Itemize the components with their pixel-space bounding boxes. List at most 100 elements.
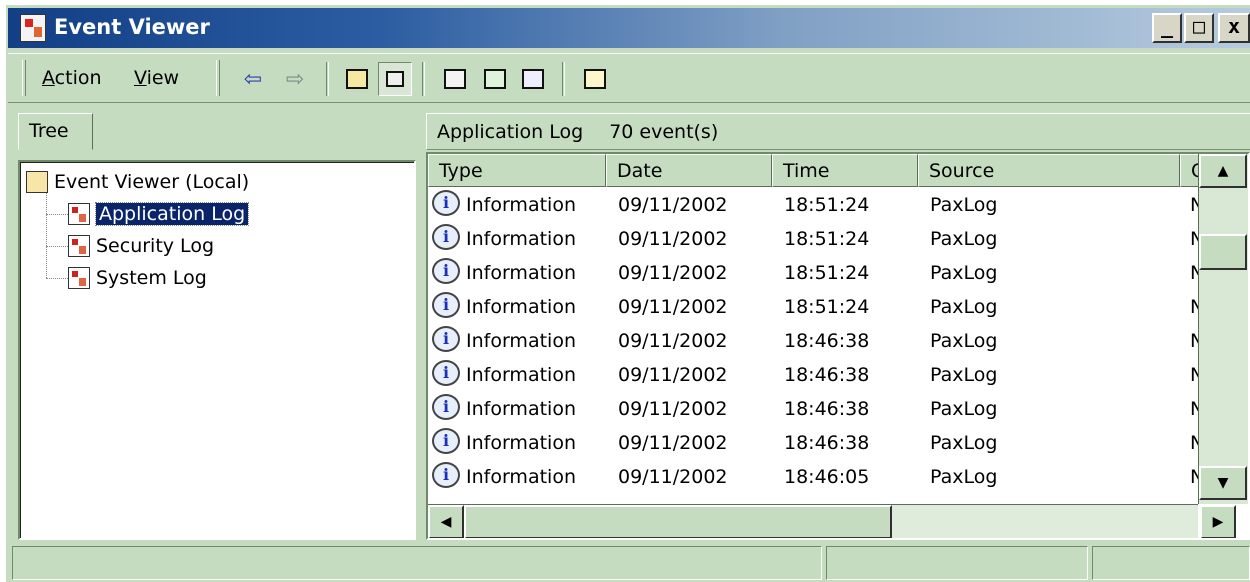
table-row[interactable]: iInformation09/11/200218:46:05PaxLogNo — [428, 460, 1216, 494]
tree-item-security-log[interactable]: Security Log — [68, 232, 214, 260]
log-icon — [68, 203, 90, 225]
toolbar-grip-2[interactable] — [216, 60, 220, 96]
menu-view[interactable]: View — [134, 67, 179, 89]
cell-time: 18:51:24 — [784, 262, 870, 284]
scroll-up-button[interactable]: ▲ — [1199, 154, 1247, 188]
back-arrow-icon[interactable]: ⇦ — [236, 62, 270, 96]
information-icon: i — [432, 224, 460, 250]
list-header-bar: Application Log 70 event(s) — [426, 113, 1250, 150]
cell-date: 09/11/2002 — [618, 330, 728, 352]
log-icon — [68, 235, 90, 257]
cell-time: 18:51:24 — [784, 228, 870, 250]
column-header-time[interactable]: Time — [772, 154, 918, 187]
status-cell-main — [12, 546, 822, 580]
tree-item-application-log[interactable]: Application Log — [68, 200, 250, 228]
vertical-scrollbar[interactable]: ▲ ▼ — [1198, 154, 1248, 504]
tree-connector — [46, 278, 68, 279]
tree-item-system-log-label: System Log — [96, 267, 207, 289]
toolbar-separator — [326, 62, 329, 96]
table-row[interactable]: iInformation09/11/200218:51:24PaxLogNo — [428, 188, 1216, 222]
cell-source: PaxLog — [930, 228, 998, 250]
show-hide-tree-icon[interactable] — [378, 62, 412, 96]
cell-source: PaxLog — [930, 398, 998, 420]
cell-source: PaxLog — [930, 296, 998, 318]
tree-connector — [46, 192, 47, 278]
tree-item-application-log-label: Application Log — [94, 202, 250, 226]
table-row[interactable]: iInformation09/11/200218:51:24PaxLogNo — [428, 222, 1216, 256]
scroll-right-button[interactable]: ▶ — [1200, 505, 1236, 538]
tree-item-root-label: Event Viewer (Local) — [54, 171, 250, 193]
menu-view-rest: iew — [146, 67, 180, 89]
information-icon: i — [432, 258, 460, 284]
event-count: 70 event(s) — [609, 121, 719, 143]
tree-item-system-log[interactable]: System Log — [68, 264, 207, 292]
cell-type: Information — [466, 432, 576, 454]
close-button[interactable]: x — [1218, 13, 1250, 43]
cell-type: Information — [466, 228, 576, 250]
help-icon[interactable] — [578, 62, 612, 96]
scroll-down-button[interactable]: ▼ — [1199, 466, 1247, 500]
cell-source: PaxLog — [930, 364, 998, 386]
list-title: Application Log — [437, 121, 584, 143]
tree-item-root[interactable]: Event Viewer (Local) — [26, 168, 249, 196]
information-icon: i — [432, 190, 460, 216]
menu-action[interactable]: Action — [42, 67, 102, 89]
toolbar-separator-2 — [422, 62, 425, 96]
log-icon — [68, 267, 90, 289]
cell-time: 18:46:38 — [784, 364, 870, 386]
table-row[interactable]: iInformation09/11/200218:46:38PaxLogNo — [428, 426, 1216, 460]
table-row[interactable]: iInformation09/11/200218:46:38PaxLogNo — [428, 324, 1216, 358]
cell-source: PaxLog — [930, 262, 998, 284]
cell-time: 18:46:38 — [784, 330, 870, 352]
cell-date: 09/11/2002 — [618, 194, 728, 216]
cell-time: 18:51:24 — [784, 296, 870, 318]
tree-connector — [46, 246, 68, 247]
refresh-icon[interactable] — [478, 62, 512, 96]
cell-time: 18:46:38 — [784, 398, 870, 420]
event-viewer-app-icon — [20, 14, 46, 42]
cell-type: Information — [466, 466, 576, 488]
information-icon: i — [432, 326, 460, 352]
status-bar — [8, 546, 1250, 582]
column-header-date[interactable]: Date — [606, 154, 772, 187]
cell-type: Information — [466, 330, 576, 352]
properties-icon[interactable] — [438, 62, 472, 96]
cell-type: Information — [466, 194, 576, 216]
horizontal-scrollbar[interactable]: ◀ ▶ — [428, 504, 1236, 538]
status-cell-2 — [826, 546, 1088, 580]
export-list-icon[interactable] — [516, 62, 550, 96]
tab-tree[interactable]: Tree — [18, 113, 93, 150]
maximize-button[interactable]: □ — [1184, 13, 1214, 43]
cell-source: PaxLog — [930, 330, 998, 352]
menu-view-accel: V — [134, 67, 147, 89]
cell-time: 18:46:38 — [784, 432, 870, 454]
information-icon: i — [432, 394, 460, 420]
horizontal-scroll-thumb[interactable] — [464, 505, 892, 538]
cell-source: PaxLog — [930, 432, 998, 454]
vertical-scroll-thumb[interactable] — [1199, 234, 1247, 270]
cell-date: 09/11/2002 — [618, 228, 728, 250]
minimize-button[interactable]: _ — [1152, 13, 1182, 43]
up-one-level-icon[interactable] — [340, 62, 374, 96]
cell-type: Information — [466, 262, 576, 284]
forward-arrow-icon[interactable]: ⇨ — [278, 62, 312, 96]
table-row[interactable]: iInformation09/11/200218:51:24PaxLogNo — [428, 256, 1216, 290]
column-header-type[interactable]: Type — [428, 154, 606, 187]
menu-action-rest: ction — [54, 67, 102, 89]
menu-action-accel: A — [42, 67, 55, 89]
title-bar[interactable]: Event Viewer _ □ x — [8, 8, 1250, 48]
table-row[interactable]: iInformation09/11/200218:46:38PaxLogNo — [428, 392, 1216, 426]
toolbar-grip[interactable] — [22, 60, 26, 96]
event-list: Type Date Time Source Ca iInformation09/… — [426, 152, 1250, 540]
information-icon: i — [432, 462, 460, 488]
cell-time: 18:46:05 — [784, 466, 870, 488]
toolbar-separator-3 — [562, 62, 565, 96]
information-icon: i — [432, 428, 460, 454]
cell-date: 09/11/2002 — [618, 432, 728, 454]
event-viewer-icon — [26, 171, 48, 193]
scroll-left-button[interactable]: ◀ — [428, 505, 464, 538]
table-row[interactable]: iInformation09/11/200218:46:38PaxLogNo — [428, 358, 1216, 392]
column-header-source[interactable]: Source — [918, 154, 1180, 187]
table-row[interactable]: iInformation09/11/200218:51:24PaxLogNo — [428, 290, 1216, 324]
cell-type: Information — [466, 364, 576, 386]
